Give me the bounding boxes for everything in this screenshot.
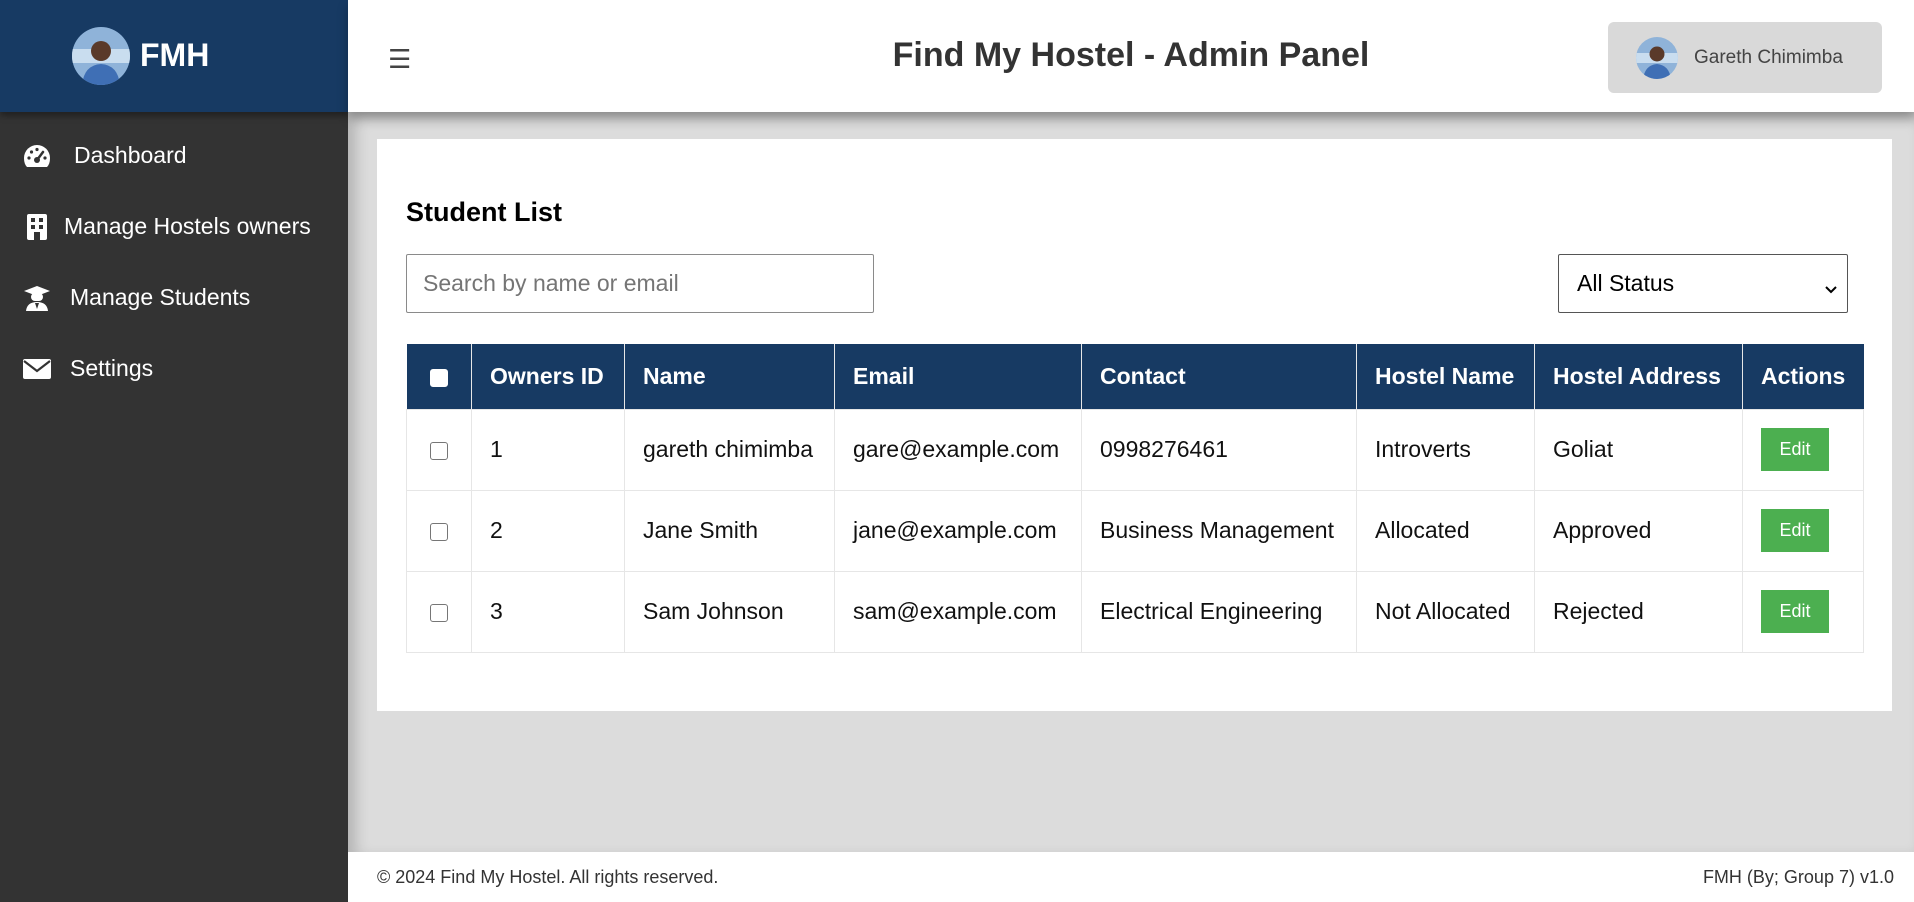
footer-version: FMH (By; Group 7) v1.0 [1702, 866, 1894, 887]
user-name: Gareth Chimimba [1694, 46, 1843, 68]
sidebar-item-students[interactable]: Manage Students [0, 262, 348, 333]
avatar [1636, 36, 1678, 79]
hostel-address-cell: Approved [1534, 489, 1743, 572]
graduate-icon [22, 283, 52, 313]
select-all-checkbox[interactable] [429, 368, 448, 387]
column-header-name[interactable]: Name [624, 344, 835, 409]
status-filter-value: All Status [1577, 270, 1675, 296]
sidebar-item-settings[interactable]: Settings [0, 333, 348, 404]
table-header-row: Owners ID Name Email Contact Hostel Name… [406, 344, 1864, 409]
hostel-name-cell: Allocated [1356, 489, 1535, 572]
row-select-cell [406, 570, 472, 653]
edit-button[interactable]: Edit [1761, 590, 1829, 633]
sidebar-item-label: Dashboard [74, 142, 187, 168]
search-input[interactable] [406, 254, 874, 313]
main-content: Student List All Status Owners ID Name E… [348, 112, 1914, 852]
sidebar-item-dashboard[interactable]: Dashboard [0, 120, 348, 191]
contact-cell: Electrical Engineering [1081, 570, 1357, 653]
sidebar-item-label: Manage Hostels owners [64, 213, 311, 239]
user-menu[interactable]: Gareth Chimimba [1608, 22, 1882, 93]
row-checkbox[interactable] [430, 441, 448, 460]
footer: © 2024 Find My Hostel. All rights reserv… [348, 852, 1914, 902]
actions-cell: Edit [1742, 408, 1864, 491]
hostel-address-cell: Rejected [1534, 570, 1743, 653]
row-select-cell [406, 489, 472, 572]
contact-cell: Business Management [1081, 489, 1357, 572]
row-checkbox[interactable] [430, 603, 448, 622]
sidebar-brand[interactable]: FMH [0, 0, 348, 112]
table-row: 1 gareth chimimba gare@example.com 09982… [406, 408, 1864, 491]
student-table: Owners ID Name Email Contact Hostel Name… [406, 344, 1864, 653]
owner-id-cell: 2 [471, 489, 625, 572]
sidebar-item-label: Manage Students [70, 284, 251, 310]
sidebar: FMH Dashboard Manage Hostels owners Mana… [0, 0, 348, 902]
owner-id-cell: 1 [471, 408, 625, 491]
name-cell: Jane Smith [624, 489, 835, 572]
hostel-name-cell: Not Allocated [1356, 570, 1535, 653]
sidebar-nav: Dashboard Manage Hostels owners Manage S… [0, 112, 348, 404]
name-cell: Sam Johnson [624, 570, 835, 653]
sidebar-item-label: Settings [70, 355, 154, 381]
email-cell: jane@example.com [834, 489, 1082, 572]
chevron-down-icon [1823, 276, 1839, 293]
brand-name: FMH [140, 36, 210, 73]
column-header-owners-id[interactable]: Owners ID [471, 344, 625, 409]
hostel-address-cell: Goliat [1534, 408, 1743, 491]
select-all-cell [406, 344, 472, 409]
edit-button[interactable]: Edit [1761, 509, 1829, 552]
gauge-icon [22, 141, 52, 171]
email-cell: sam@example.com [834, 570, 1082, 653]
table-row: 3 Sam Johnson sam@example.com Electrical… [406, 570, 1864, 653]
contact-cell: 0998276461 [1081, 408, 1357, 491]
row-checkbox[interactable] [430, 522, 448, 541]
row-select-cell [406, 408, 472, 491]
top-header: ☰ Find My Hostel - Admin Panel Gareth Ch… [348, 0, 1914, 112]
name-cell: gareth chimimba [624, 408, 835, 491]
hostel-name-cell: Introverts [1356, 408, 1535, 491]
footer-copyright: © 2024 Find My Hostel. All rights reserv… [377, 866, 719, 887]
student-list-card: Student List All Status Owners ID Name E… [377, 139, 1892, 711]
column-header-actions: Actions [1761, 362, 1846, 389]
edit-button[interactable]: Edit [1761, 428, 1829, 471]
owner-id-cell: 3 [471, 570, 625, 653]
sidebar-item-hostel-owners[interactable]: Manage Hostels owners [0, 191, 348, 262]
brand-avatar [72, 27, 130, 85]
envelope-icon [22, 354, 52, 384]
column-header-hostel-name[interactable]: Hostel Name [1356, 344, 1535, 409]
column-header-hostel-address[interactable]: Hostel Address [1534, 344, 1743, 409]
column-header-contact[interactable]: Contact [1081, 344, 1357, 409]
actions-cell: Edit [1742, 570, 1864, 653]
email-cell: gare@example.com [834, 408, 1082, 491]
column-header-email[interactable]: Email [834, 344, 1082, 409]
status-filter-select[interactable]: All Status [1558, 254, 1848, 313]
actions-cell: Edit [1742, 489, 1864, 572]
card-title: Student List [406, 197, 562, 227]
table-row: 2 Jane Smith jane@example.com Business M… [406, 489, 1864, 572]
building-icon [22, 212, 52, 242]
